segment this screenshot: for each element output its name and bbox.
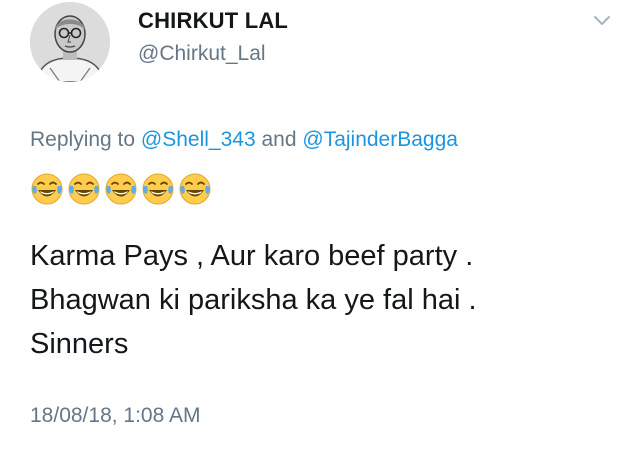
replying-to-joiner: and xyxy=(261,128,297,151)
tears-of-joy-emoji-icon xyxy=(179,173,211,205)
replying-to-label: Replying to xyxy=(30,128,136,151)
emoji-row xyxy=(30,172,212,206)
display-name[interactable]: CHIRKUT LAL xyxy=(138,8,288,34)
tweet-body-line: Bhagwan ki pariksha ka ye fal hai . xyxy=(30,284,477,316)
tears-of-joy-emoji-icon xyxy=(68,173,100,205)
mention-link-shell[interactable]: @Shell_343 xyxy=(141,128,256,151)
tweet-card: CHIRKUT LAL @Chirkut_Lal Replying to @Sh… xyxy=(0,0,638,450)
tears-of-joy-emoji-icon xyxy=(142,173,174,205)
tears-of-joy-emoji-icon xyxy=(31,173,63,205)
mention-link-tajinderbagga[interactable]: @TajinderBagga xyxy=(302,128,458,151)
profile-portrait-icon xyxy=(30,2,110,82)
tears-of-joy-emoji-icon xyxy=(105,173,137,205)
replying-to-line: Replying to @Shell_343 and @TajinderBagg… xyxy=(30,128,458,152)
user-handle[interactable]: @Chirkut_Lal xyxy=(138,42,266,66)
tweet-body-line: Sinners xyxy=(30,328,129,360)
tweet-timestamp[interactable]: 18/08/18, 1:08 AM xyxy=(30,404,200,428)
tweet-body: Karma Pays , Aur karo beef party . Bhagw… xyxy=(30,234,620,366)
tweet-body-line: Karma Pays , Aur karo beef party . xyxy=(30,240,474,272)
avatar[interactable] xyxy=(30,2,110,82)
chevron-down-icon[interactable] xyxy=(592,14,612,28)
